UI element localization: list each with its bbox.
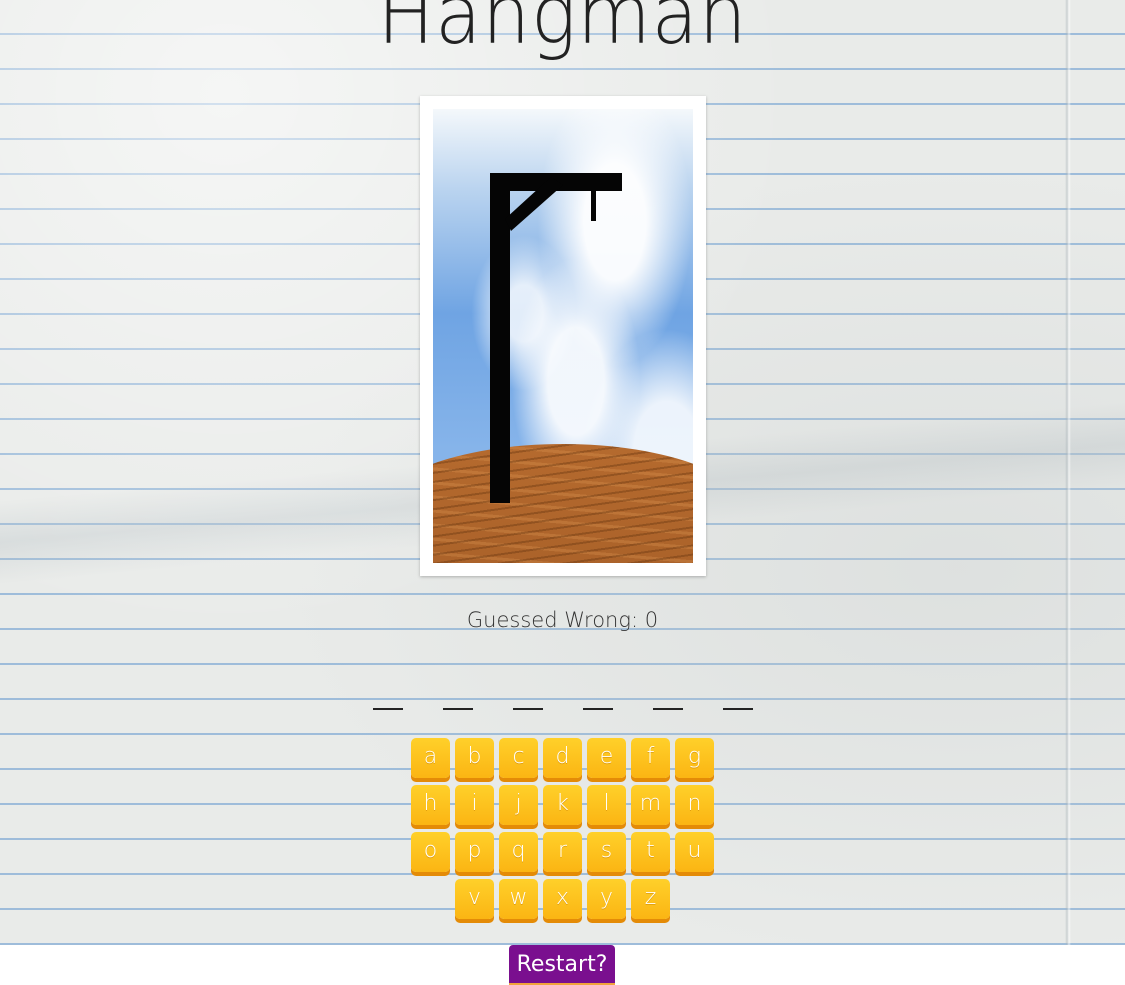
letter-key-o[interactable]: o (411, 832, 450, 872)
letter-key-i[interactable]: i (455, 785, 494, 825)
letter-key-l[interactable]: l (587, 785, 626, 825)
letter-key-s[interactable]: s (587, 832, 626, 872)
letter-key-w[interactable]: w (499, 879, 538, 919)
keyboard-row: a b c d e f g (0, 738, 1125, 778)
keyboard-row: o p q r s t u (0, 832, 1125, 872)
letter-key-j[interactable]: j (499, 785, 538, 825)
letter-key-r[interactable]: r (543, 832, 582, 872)
letter-key-n[interactable]: n (675, 785, 714, 825)
keyboard-row: v w x y z (0, 879, 1125, 919)
letter-blank (582, 682, 613, 710)
letter-key-v[interactable]: v (455, 879, 494, 919)
letter-key-e[interactable]: e (587, 738, 626, 778)
letter-blank (372, 682, 403, 710)
letter-key-p[interactable]: p (455, 832, 494, 872)
word-blanks (0, 682, 1125, 710)
guessed-wrong-count: 0 (644, 608, 659, 632)
letter-blank (442, 682, 473, 710)
letter-key-h[interactable]: h (411, 785, 450, 825)
letter-key-y[interactable]: y (587, 879, 626, 919)
letter-blank (652, 682, 683, 710)
letter-key-a[interactable]: a (411, 738, 450, 778)
letter-key-x[interactable]: x (543, 879, 582, 919)
gallows-icon (490, 173, 622, 503)
letter-blank (512, 682, 543, 710)
guessed-wrong-counter: Guessed Wrong: 0 (0, 608, 1125, 632)
letter-key-b[interactable]: b (455, 738, 494, 778)
sky-scene (433, 109, 693, 563)
letter-key-u[interactable]: u (675, 832, 714, 872)
letter-key-k[interactable]: k (543, 785, 582, 825)
letter-key-f[interactable]: f (631, 738, 670, 778)
keyboard-row: h i j k l m n (0, 785, 1125, 825)
letter-key-m[interactable]: m (631, 785, 670, 825)
letter-key-c[interactable]: c (499, 738, 538, 778)
letter-keyboard: a b c d e f g h i j k l m n o p q r s t … (0, 738, 1125, 926)
letter-key-g[interactable]: g (675, 738, 714, 778)
letter-key-z[interactable]: z (631, 879, 670, 919)
restart-button[interactable]: Restart? (509, 945, 615, 983)
letter-key-q[interactable]: q (499, 832, 538, 872)
letter-key-t[interactable]: t (631, 832, 670, 872)
guessed-wrong-label: Guessed Wrong: (466, 608, 639, 632)
letter-key-d[interactable]: d (543, 738, 582, 778)
hangman-picture-frame (420, 96, 706, 576)
letter-blank (722, 682, 753, 710)
page-title: Hangman (377, 0, 748, 63)
